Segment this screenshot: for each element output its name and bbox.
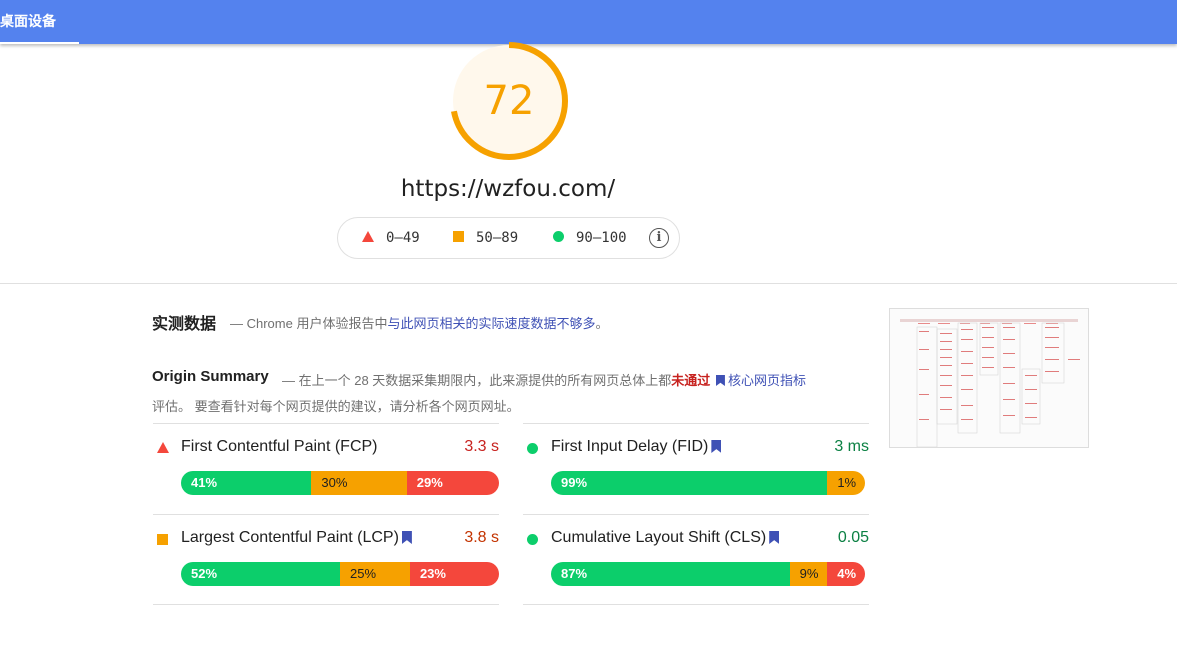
circle-icon: [553, 230, 564, 242]
divider: [523, 423, 869, 424]
circle-icon: [527, 443, 538, 454]
metric-name: First Input Delay (FID): [551, 438, 724, 456]
distribution-bar: 99% 1%: [551, 471, 865, 495]
active-tab-indicator: [0, 42, 79, 44]
square-icon: [157, 534, 168, 545]
bookmark-icon: [715, 375, 725, 386]
divider: [153, 514, 499, 515]
metric-name: Largest Contentful Paint (LCP): [181, 529, 415, 547]
score-value: 72: [483, 78, 535, 124]
bookmark-icon: [711, 440, 722, 453]
legend-average-label: 50–89: [476, 230, 519, 246]
metric-card: Largest Contentful Paint (LCP) 3.8 s 52% 25…: [153, 514, 499, 605]
metric-name: First Contentful Paint (FCP): [181, 438, 378, 456]
distribution-bar: 41% 30% 29%: [181, 471, 499, 495]
origin-desc-part-1: — 在上一个 28 天数据采集期限内，此来源提供的所有网页总体上都: [282, 373, 672, 388]
core-web-vitals-link[interactable]: 核心网: [728, 373, 767, 388]
score-legend: 0–49 50–89 90–100 i: [337, 217, 680, 259]
performance-score-gauge: 72: [448, 40, 570, 162]
distribution-segment-good: 99%: [551, 471, 828, 495]
legend-poor: 0–49: [362, 230, 420, 246]
distribution-segment-poor: 4%: [827, 562, 865, 586]
metric-card: First Contentful Paint (FCP) 3.3 s 41% 30% 2…: [153, 423, 499, 514]
divider: [523, 514, 869, 515]
core-web-vitals-link-cont[interactable]: 页指标: [767, 373, 806, 388]
distribution-segment-average: 1%: [827, 471, 865, 495]
divider: [0, 283, 1177, 284]
field-data-link[interactable]: 与此网页相关的实际速度数据不够多: [387, 316, 595, 331]
distribution-segment-good: 52%: [181, 562, 340, 586]
square-icon: [453, 230, 464, 242]
tested-url: https://wzfou.com/: [400, 176, 616, 202]
field-data-title: 实测数据: [152, 316, 217, 333]
legend-poor-label: 0–49: [386, 230, 420, 246]
tab-desktop[interactable]: 桌面设备: [0, 0, 79, 44]
metric-name: Cumulative Layout Shift (CLS): [551, 529, 782, 547]
distribution-segment-average: 25%: [340, 562, 410, 586]
distribution-bar: 52% 25% 23%: [181, 562, 499, 586]
legend-good: 90–100: [553, 230, 627, 246]
field-data-desc-suffix: 。: [595, 316, 609, 331]
metric-value: 3.8 s: [464, 529, 499, 546]
info-icon[interactable]: i: [649, 228, 669, 248]
page-screenshot-thumbnail[interactable]: [889, 308, 1089, 448]
metric-value: 0.05: [837, 529, 869, 546]
distribution-segment-poor: 29%: [406, 471, 499, 495]
metric-name-label: First Contentful Paint (FCP): [181, 438, 378, 455]
fail-label: 未通过: [671, 373, 711, 388]
legend-average: 50–89: [453, 230, 518, 246]
metric-card: Cumulative Layout Shift (CLS) 0.05 87% 9% 4%: [523, 514, 869, 605]
legend-good-label: 90–100: [576, 230, 627, 246]
field-data-description: — Chrome 用户体验报告中与此网页相关的实际速度数据不够多。: [230, 313, 609, 332]
distribution-segment-average: 9%: [789, 562, 828, 586]
metric-value: 3.3 s: [464, 438, 499, 455]
circle-icon: [527, 534, 538, 545]
bookmark-icon: [401, 531, 412, 544]
divider: [153, 604, 499, 605]
metric-card: First Input Delay (FID) 3 ms 99% 1%: [523, 423, 869, 514]
field-data-desc-prefix: — Chrome 用户体验报告中: [230, 316, 388, 331]
tab-desktop-label: 桌面设备: [0, 13, 56, 29]
metric-name-label: First Input Delay (FID): [551, 438, 709, 455]
distribution-segment-good: 87%: [551, 562, 790, 586]
origin-desc-part-2: 评估。 要查看针对每个网页提供的建议，请分析各个网页网址。: [152, 399, 520, 414]
metric-name-label: Largest Contentful Paint (LCP): [181, 529, 399, 546]
distribution-segment-good: 41%: [181, 471, 312, 495]
triangle-icon: [362, 230, 374, 242]
distribution-segment-poor: 23%: [409, 562, 499, 586]
triangle-icon: [157, 442, 169, 453]
metric-name-label: Cumulative Layout Shift (CLS): [551, 529, 767, 546]
divider: [153, 423, 499, 424]
top-bar: 桌面设备: [0, 0, 1177, 44]
bookmark-icon: [769, 531, 780, 544]
distribution-segment-average: 30%: [311, 471, 407, 495]
divider: [523, 604, 869, 605]
thumbnail-image: [890, 309, 1088, 448]
distribution-bar: 87% 9% 4%: [551, 562, 865, 586]
origin-summary-title: Origin Summary: [152, 368, 269, 385]
metric-value: 3 ms: [834, 438, 869, 455]
